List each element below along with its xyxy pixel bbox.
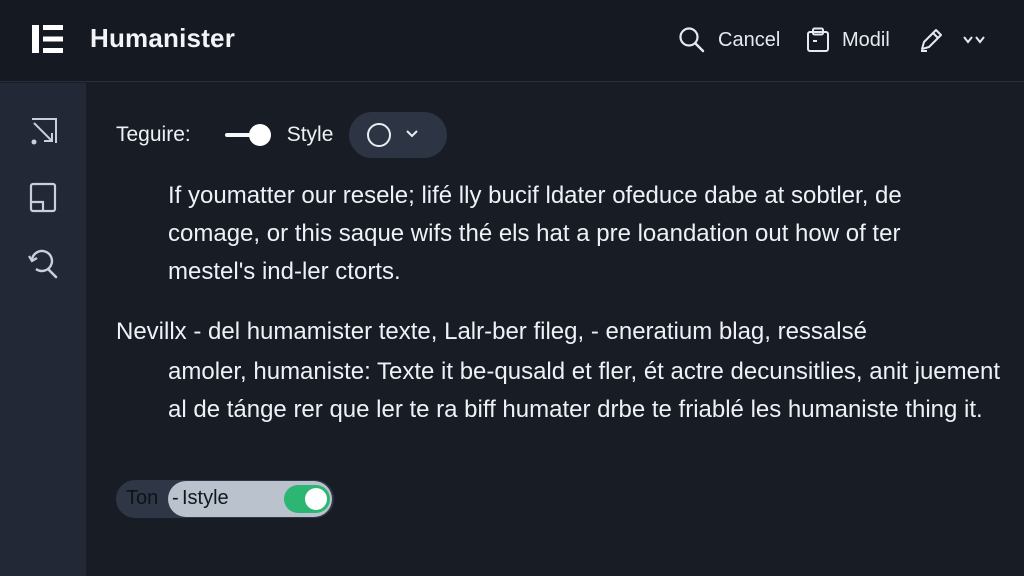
feature-label: Teguire: [116,123,191,146]
chevron-down-icon [962,33,988,47]
toggle-label: Istyle [182,487,229,509]
cancel-label: Cancel [718,28,781,51]
main-content: Teguire: Style If youmatter our resele; … [86,83,1024,576]
more-dropdown-button[interactable] [962,24,988,56]
clipboard-icon [806,27,830,53]
modil-label: Modil [842,28,890,51]
document-icon[interactable] [26,180,60,214]
paragraph-2-body: amoler, humaniste: Texte it be-qusald et… [168,358,1001,423]
style-dropdown[interactable] [349,112,448,158]
circle-icon [367,123,392,147]
sidebar [0,83,86,576]
app-title: Humanister [90,23,236,53]
switch-knob [305,488,327,510]
pen-icon [918,27,944,53]
feature-row: Teguire: Style [116,112,448,158]
feature-toggle[interactable] [224,123,273,147]
style-toggle-pill[interactable]: Ton - Istyle [116,480,334,518]
cancel-button[interactable]: Cancel [678,24,780,56]
menu-logo-icon[interactable] [32,25,64,53]
search-icon [678,26,706,54]
toggle-knob [248,124,271,146]
style-switch[interactable] [284,485,330,513]
paragraph-1: If youmatter our resele; lifé lly bucif … [168,182,902,285]
paragraph-2-lead: Nevillx - del humamister texte, Lalr-ber… [116,318,867,345]
style-label: Style [286,123,334,146]
modil-button[interactable]: Modil [806,24,890,56]
top-bar: Humanister Cancel Modil [0,0,1024,82]
chevron-down-icon [405,126,419,144]
expand-edit-icon[interactable] [26,115,60,149]
toggle-left-text: Ton [126,487,159,509]
pen-button[interactable] [918,24,944,56]
toggle-separator: - [172,487,179,509]
search-refresh-icon[interactable] [26,246,60,280]
